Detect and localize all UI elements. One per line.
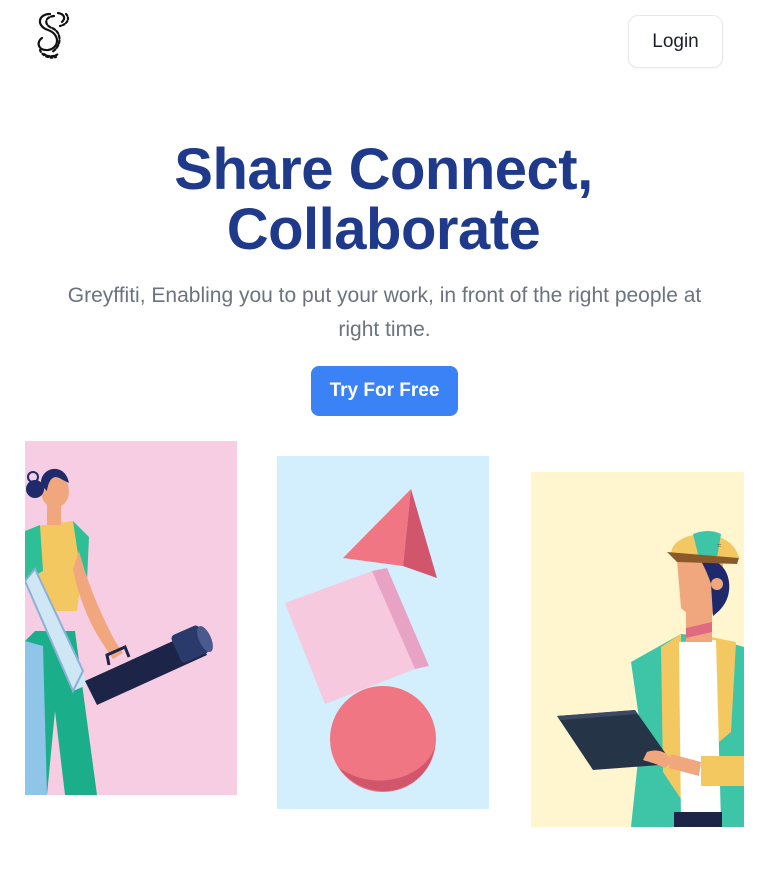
hero-title-line-2: Collaborate [226, 197, 541, 262]
svg-text:≈: ≈ [717, 541, 722, 550]
woman-with-telescope-illustration [25, 441, 237, 795]
login-button[interactable]: Login [628, 15, 723, 68]
landing-page: Login Share Connect, Collaborate Greyffi… [0, 0, 757, 891]
hero-title: Share Connect, Collaborate [0, 140, 757, 260]
geometric-shapes-illustration [277, 456, 489, 809]
hero-subtitle: Greyffiti, Enabling you to put your work… [67, 284, 702, 341]
engineer-with-clipboard-illustration: ≈ [531, 472, 744, 827]
try-for-free-button[interactable]: Try For Free [311, 366, 458, 416]
hero-title-line-1: Share Connect, [174, 137, 593, 202]
greyffiti-logo-icon[interactable] [30, 10, 70, 60]
